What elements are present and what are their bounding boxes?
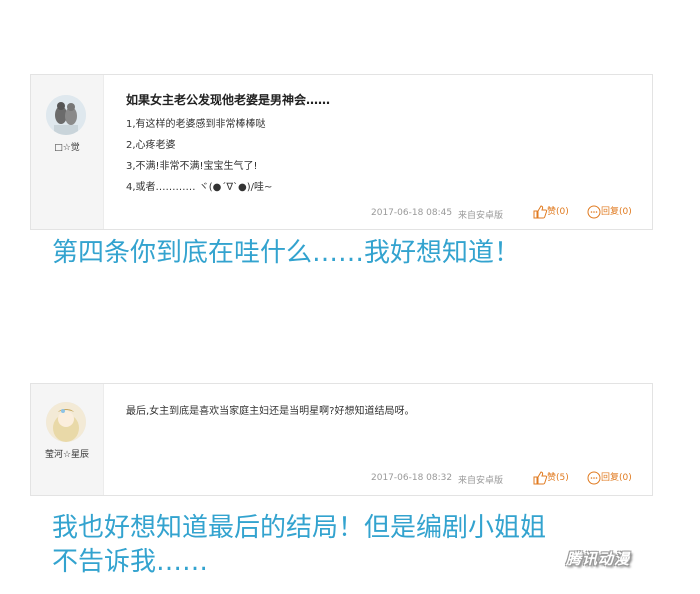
comment-time: 2017-06-18 08:45 — [371, 208, 453, 218]
avatar[interactable] — [46, 402, 86, 442]
reply-icon — [587, 471, 601, 484]
comment-title: 如果女主老公发现他老婆是男神会…… — [126, 93, 331, 107]
user-avatar-icon — [46, 402, 86, 442]
reply-label: 回复 — [601, 473, 620, 483]
reply-label: 回复 — [601, 207, 620, 217]
comment-line: 4,或者………… ヾ(●´∇`●)/哇~ — [126, 182, 273, 193]
like-label: 赞 — [547, 207, 557, 217]
caption-text: 第四条你到底在哇什么……我好想知道！ — [52, 238, 521, 268]
username[interactable]: □☆觉 — [31, 140, 103, 153]
reply-icon — [587, 205, 601, 218]
comment-source: 来自安卓版 — [458, 211, 504, 221]
comment-card: □☆觉 如果女主老公发现他老婆是男神会…… 1,有这样的老婆感到非常棒棒哒 2,… — [30, 74, 653, 230]
reply-button[interactable]: 回复(0) — [587, 470, 632, 485]
caption-text: 不告诉我…… — [52, 547, 209, 577]
like-label: 赞 — [547, 473, 557, 483]
comment-line: 2,心疼老婆 — [126, 140, 176, 151]
avatar-column: 莹河☆星辰 — [31, 384, 104, 495]
comment-time: 2017-06-18 08:32 — [371, 473, 453, 483]
like-button[interactable]: 赞(0) — [533, 204, 569, 219]
like-count: (0) — [556, 207, 569, 217]
avatar-column: □☆觉 — [31, 75, 104, 229]
reply-count: (0) — [619, 207, 632, 217]
thumbs-up-icon — [533, 204, 548, 218]
comment-line: 1,有这样的老婆感到非常棒棒哒 — [126, 119, 266, 130]
username[interactable]: 莹河☆星辰 — [31, 447, 103, 460]
comment-card: 莹河☆星辰 最后,女主到底是喜欢当家庭主妇还是当明星啊?好想知道结局呀。 201… — [30, 383, 653, 496]
comment-text: 最后,女主到底是喜欢当家庭主妇还是当明星啊?好想知道结局呀。 — [126, 406, 415, 417]
reply-button[interactable]: 回复(0) — [587, 204, 632, 219]
like-count: (5) — [556, 473, 569, 483]
watermark-logo: 腾讯动漫 — [566, 550, 631, 568]
reply-count: (0) — [619, 473, 632, 483]
thumbs-up-icon — [533, 470, 548, 484]
caption-text: 我也好想知道最后的结局！但是编剧小姐姐 — [52, 513, 547, 543]
comment-source: 来自安卓版 — [458, 476, 504, 486]
like-button[interactable]: 赞(5) — [533, 470, 569, 485]
comment-line: 3,不满!非常不满!宝宝生气了! — [126, 161, 258, 172]
avatar[interactable] — [46, 95, 86, 135]
user-avatar-icon — [46, 95, 86, 135]
